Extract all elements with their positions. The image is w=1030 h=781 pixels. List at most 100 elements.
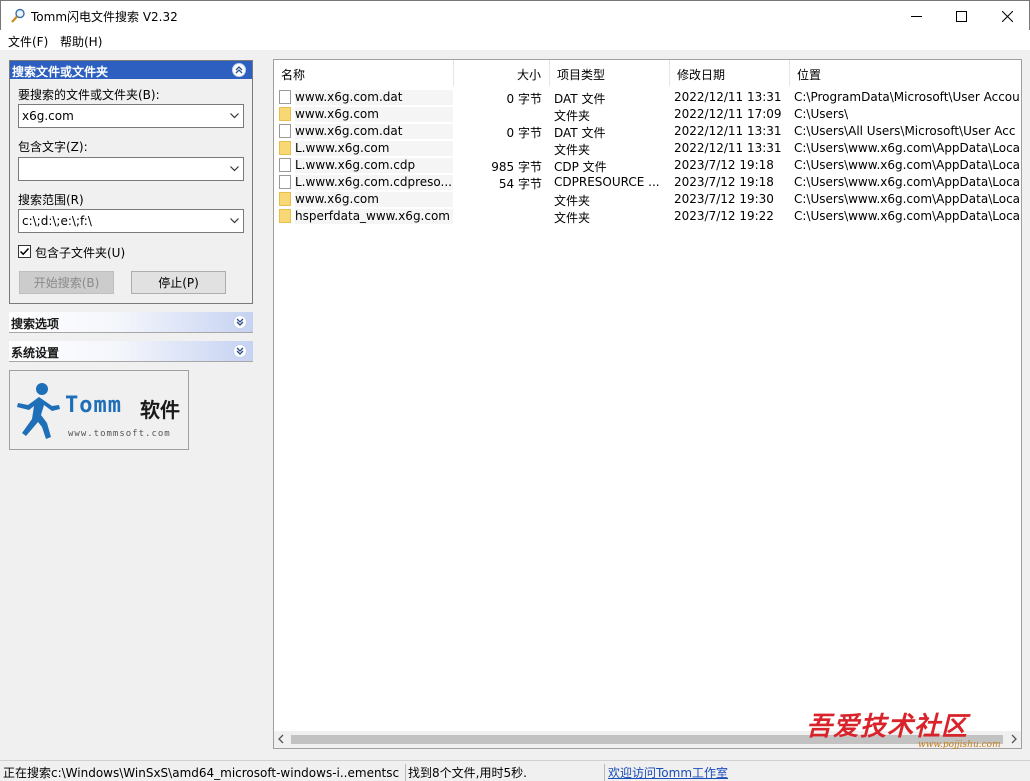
expand-system-settings-button[interactable]: [233, 344, 247, 358]
search-options-title: 搜索选项: [11, 317, 60, 331]
tomm-logo[interactable]: Tomm 软件 www.tommsoft.com: [9, 370, 189, 450]
running-man-icon: [17, 383, 60, 439]
table-row[interactable]: L.www.x6g.com.cdp 985 字节 CDP 文件 2023/7/12 1…: [274, 157, 1022, 174]
cell-path: C:\Users\: [794, 107, 849, 121]
chevron-down-icon: [236, 347, 244, 355]
watermark-url: www.pojjishu.com: [918, 740, 1001, 750]
search-panel-header[interactable]: 搜索文件或文件夹: [10, 61, 252, 79]
cell-name: hsperfdata_www.x6g.com: [295, 209, 453, 224]
cell-type: 文件夹: [554, 211, 591, 225]
table-row[interactable]: hsperfdata_www.x6g.com 文件夹 2023/7/12 19:22…: [274, 208, 1021, 225]
name-label: 要搜索的文件或文件夹(B):: [18, 88, 160, 102]
start-search-button[interactable]: 开始搜索(B): [19, 271, 114, 294]
cell-type: 文件夹: [554, 143, 591, 157]
results-list[interactable]: 名称 大小 项目类型 修改日期 位置 www.x6g.com.dat 0 字节 DA…: [273, 59, 1022, 749]
table-row[interactable]: www.x6g.com.dat 0 字节 DAT 文件 2022/12/11 13:3…: [274, 89, 1021, 106]
name-combobox[interactable]: x6g.com: [18, 104, 244, 128]
cell-date: 2023/7/12 19:30: [674, 192, 774, 206]
folder-icon: [279, 141, 291, 155]
watermark-text: 吾爱技术社区: [806, 712, 969, 742]
client-area: 搜索文件或文件夹 要搜索的文件或文件夹(B): x6g.com 包含文字(Z):…: [0, 50, 1030, 760]
search-panel-title: 搜索文件或文件夹: [12, 65, 109, 79]
system-settings-section[interactable]: 系统设置: [9, 341, 253, 362]
folder-icon: [279, 192, 291, 206]
cell-type: DAT 文件: [554, 126, 606, 140]
stop-button[interactable]: 停止(P): [131, 271, 226, 294]
collapse-button[interactable]: [232, 63, 246, 77]
cell-name: L.www.x6g.com: [295, 141, 453, 156]
expand-search-options-button[interactable]: [233, 315, 247, 329]
cell-path: C:\Users\www.x6g.com\AppData\Local\: [794, 141, 1022, 155]
file-icon: [279, 90, 291, 104]
status-bar: 正在搜索c:\Windows\WinSxS\amd64_microsoft-wi…: [0, 760, 1030, 781]
cell-name: www.x6g.com: [295, 192, 453, 207]
folder-icon: [279, 209, 291, 223]
chevron-down-icon[interactable]: [230, 166, 239, 172]
menu-bar: 文件(F) 帮助(H): [0, 30, 1030, 50]
cell-date: 2022/12/11 13:31: [674, 90, 782, 104]
table-row[interactable]: www.x6g.com.dat 0 字节 DAT 文件 2022/12/11 13:3…: [274, 123, 1021, 140]
title-bar: Tomm闪电文件搜索 V2.32: [0, 0, 1030, 30]
scope-value: c:\;d:\;e:\;f:\: [22, 214, 92, 228]
search-options-section[interactable]: 搜索选项: [9, 312, 253, 333]
column-header-size[interactable]: 大小: [454, 60, 550, 86]
chevron-down-icon[interactable]: [230, 113, 239, 119]
close-icon: [1001, 10, 1013, 22]
table-row[interactable]: www.x6g.com 文件夹 2023/7/12 19:30 C:\Users\ww…: [274, 191, 1022, 208]
scope-combobox[interactable]: c:\;d:\;e:\;f:\: [18, 209, 244, 233]
chevron-down-icon: [236, 318, 244, 326]
cell-type: CDP 文件: [554, 160, 607, 174]
cell-path: C:\Users\www.x6g.com\AppData\Local\: [794, 192, 1022, 206]
cell-date: 2023/7/12 19:22: [674, 209, 774, 223]
table-row[interactable]: www.x6g.com 文件夹 2022/12/11 17:09 C:\Users\: [274, 106, 1021, 123]
column-header-path[interactable]: 位置: [790, 60, 1021, 86]
file-icon: [279, 158, 291, 172]
cell-name: www.x6g.com.dat: [295, 124, 453, 139]
cell-type: 文件夹: [554, 109, 591, 123]
cell-date: 2023/7/12 19:18: [674, 158, 774, 172]
cell-type: DAT 文件: [554, 92, 606, 106]
logo-url: www.tommsoft.com: [68, 429, 171, 439]
cell-date: 2023/7/12 19:18: [674, 175, 774, 189]
menu-help[interactable]: 帮助(H): [60, 33, 102, 50]
column-header-type[interactable]: 项目类型: [550, 60, 670, 86]
cell-path: C:\ProgramData\Microsoft\User Accou: [794, 90, 1020, 104]
table-row[interactable]: L.www.x6g.com.cdpreso... 54 字节 CDPRESOURCE…: [274, 174, 1021, 191]
cell-date: 2022/12/11 17:09: [674, 107, 782, 121]
minimize-icon: [910, 15, 922, 17]
include-subfolders-label[interactable]: 包含子文件夹(U): [35, 244, 125, 261]
menu-file[interactable]: 文件(F): [8, 33, 48, 50]
folder-icon: [279, 107, 291, 121]
cell-path: C:\Users\www.x6g.com\AppData\Local\: [794, 158, 1022, 172]
window-title: Tomm闪电文件搜索 V2.32: [31, 10, 178, 24]
include-subfolders-checkbox[interactable]: [18, 245, 31, 258]
studio-link[interactable]: 欢迎访问Tomm工作室: [604, 764, 804, 781]
column-header-name[interactable]: 名称: [274, 60, 454, 86]
status-searching: 正在搜索c:\Windows\WinSxS\amd64_microsoft-wi…: [3, 766, 400, 780]
watermark: 吾爱技术社区 www.pojjishu.com: [806, 706, 1021, 756]
cell-size: 0 字节: [506, 126, 542, 140]
maximize-button[interactable]: [938, 1, 984, 31]
file-icon: [279, 124, 291, 138]
search-panel: 搜索文件或文件夹 要搜索的文件或文件夹(B): x6g.com 包含文字(Z):…: [9, 60, 253, 304]
text-combobox[interactable]: [18, 157, 244, 181]
logo-brand: Tomm: [65, 393, 122, 418]
close-button[interactable]: [984, 1, 1030, 31]
column-header-date[interactable]: 修改日期: [670, 60, 790, 86]
scope-label: 搜索范围(R): [18, 193, 84, 207]
cell-date: 2022/12/11 13:31: [674, 141, 782, 155]
cell-name: www.x6g.com.dat: [295, 90, 453, 105]
status-found: 找到8个文件,用时5秒.: [405, 764, 600, 781]
cell-size: 0 字节: [506, 92, 542, 106]
cell-date: 2022/12/11 13:31: [674, 124, 782, 138]
name-value: x6g.com: [22, 109, 74, 123]
scroll-left-icon[interactable]: [277, 734, 285, 744]
cell-size: 54 字节: [498, 177, 542, 191]
cell-name: L.www.x6g.com.cdp: [295, 158, 453, 173]
cell-type: 文件夹: [554, 194, 591, 208]
chevron-down-icon[interactable]: [230, 218, 239, 224]
logo-cn: 软件: [140, 398, 180, 422]
minimize-button[interactable]: [893, 1, 939, 31]
cell-name: www.x6g.com: [295, 107, 453, 122]
table-row[interactable]: L.www.x6g.com 文件夹 2022/12/11 13:31 C:\Users…: [274, 140, 1022, 157]
